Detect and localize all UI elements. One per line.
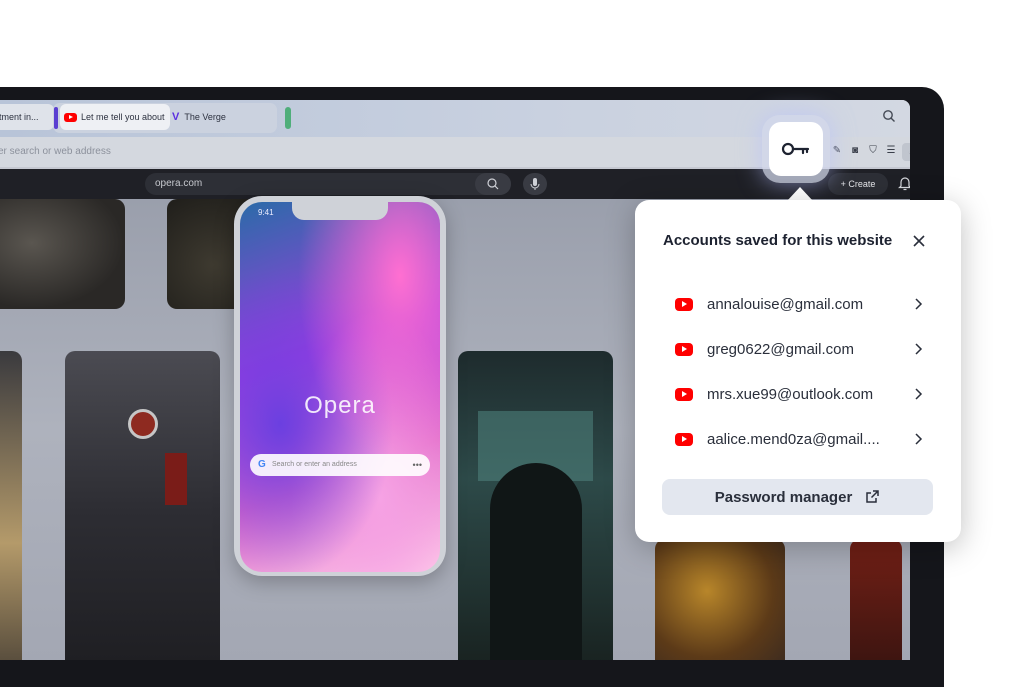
create-button[interactable]: + Create bbox=[828, 173, 888, 195]
password-manager-button[interactable]: Password manager bbox=[662, 479, 933, 515]
page-search-button[interactable] bbox=[475, 173, 511, 195]
phone-notch bbox=[292, 202, 388, 220]
tab-group-indicator[interactable] bbox=[54, 107, 58, 129]
account-email: annalouise@gmail.com bbox=[707, 295, 864, 313]
bell-icon[interactable] bbox=[898, 175, 910, 191]
create-label: Create bbox=[848, 179, 876, 189]
youtube-icon bbox=[675, 297, 693, 311]
tab-the-verge[interactable]: V The Verge bbox=[168, 104, 272, 130]
password-key-button[interactable] bbox=[769, 122, 823, 176]
verge-icon: V bbox=[172, 111, 180, 123]
shield-icon[interactable]: ⛉ bbox=[866, 143, 880, 157]
youtube-icon bbox=[675, 342, 693, 356]
popup-title: Accounts saved for this website bbox=[663, 232, 893, 249]
tab-label: Let me tell you about bbox=[81, 112, 165, 122]
wallpaper-card[interactable] bbox=[0, 199, 125, 309]
phone-time: 9:41 bbox=[258, 208, 274, 217]
wallpaper-detail bbox=[490, 463, 582, 660]
wallpaper-detail bbox=[128, 409, 158, 439]
wallpaper-card[interactable] bbox=[65, 351, 220, 660]
account-email: aalice.mend0za@gmail.... bbox=[707, 430, 880, 448]
popup-arrow bbox=[787, 187, 813, 201]
external-link-icon bbox=[866, 490, 880, 503]
account-email: mrs.xue99@outlook.com bbox=[707, 385, 874, 403]
account-item[interactable]: aalice.mend0za@gmail.... bbox=[675, 424, 925, 454]
microphone-icon bbox=[530, 178, 540, 190]
edit-icon[interactable]: ✎ bbox=[830, 143, 844, 157]
account-item[interactable]: mrs.xue99@outlook.com bbox=[675, 379, 925, 409]
camera-icon[interactable]: ◙ bbox=[848, 143, 862, 157]
saved-accounts-popup: Accounts saved for this website annaloui… bbox=[635, 200, 961, 542]
tab-group-indicator-green[interactable] bbox=[285, 107, 291, 129]
youtube-icon bbox=[64, 112, 77, 122]
microphone-button[interactable] bbox=[523, 173, 547, 195]
tab-youtube[interactable]: Let me tell you about bbox=[60, 104, 170, 130]
account-item[interactable]: greg0622@gmail.com bbox=[675, 334, 925, 364]
profile-icon[interactable]: ◔ bbox=[902, 143, 910, 161]
wallpaper-detail bbox=[165, 453, 187, 505]
close-icon[interactable] bbox=[911, 233, 927, 249]
search-icon[interactable] bbox=[882, 109, 896, 123]
account-email: greg0622@gmail.com bbox=[707, 340, 854, 358]
more-icon[interactable]: ••• bbox=[413, 454, 422, 476]
phone-mockup: 9:41 Opera G Search or enter an address … bbox=[234, 196, 446, 576]
tab-department[interactable]: rtment in... bbox=[0, 104, 54, 130]
chevron-right-icon bbox=[915, 298, 923, 310]
wallpaper-card[interactable] bbox=[850, 539, 902, 660]
wallpaper-card[interactable] bbox=[458, 351, 613, 660]
account-item[interactable]: annalouise@gmail.com bbox=[675, 289, 925, 319]
tab-label: The Verge bbox=[184, 112, 226, 122]
settings-sliders-icon[interactable]: ☰ bbox=[884, 143, 898, 157]
key-icon bbox=[781, 142, 810, 156]
youtube-icon bbox=[675, 432, 693, 446]
toolbar-icons: ✎ ◙ ⛉ ☰ ◔ bbox=[830, 143, 910, 161]
address-placeholder: er search or web address bbox=[0, 146, 111, 157]
opera-wordmark: Opera bbox=[304, 392, 376, 419]
phone-search-bar[interactable]: G Search or enter an address ••• bbox=[250, 454, 430, 476]
google-icon: G bbox=[258, 459, 266, 470]
youtube-icon bbox=[675, 387, 693, 401]
password-manager-label: Password manager bbox=[714, 488, 853, 506]
wallpaper-card[interactable] bbox=[0, 351, 22, 660]
tab-label: rtment in... bbox=[0, 112, 39, 122]
page-url: opera.com bbox=[155, 178, 203, 189]
search-icon bbox=[487, 178, 499, 190]
page-search-bar[interactable]: opera.com bbox=[145, 173, 511, 195]
chevron-right-icon bbox=[915, 388, 923, 400]
chevron-right-icon bbox=[915, 343, 923, 355]
phone-screen: 9:41 Opera G Search or enter an address … bbox=[240, 202, 440, 572]
wallpaper-card[interactable] bbox=[655, 539, 785, 660]
chevron-right-icon bbox=[915, 433, 923, 445]
phone-search-placeholder: Search or enter an address bbox=[272, 461, 357, 468]
